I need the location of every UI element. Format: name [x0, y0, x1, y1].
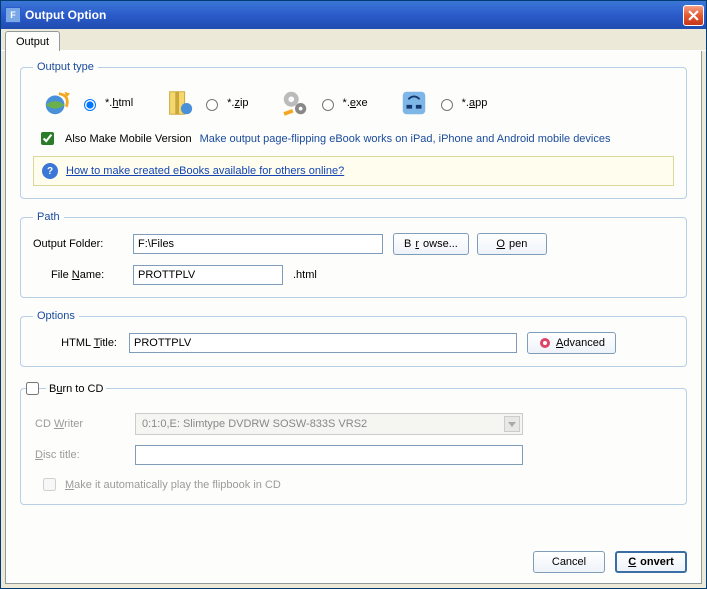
html-title-input[interactable]	[129, 333, 517, 353]
close-icon	[688, 10, 699, 21]
info-icon: ?	[42, 163, 58, 179]
open-button[interactable]: Open	[477, 233, 547, 255]
output-type-legend: Output type	[33, 61, 98, 73]
output-type-row: *.html *.zip *.exe	[41, 87, 674, 119]
cd-writer-label: CD Writer	[35, 418, 135, 430]
chevron-down-icon	[504, 416, 520, 432]
radio-app[interactable]	[441, 99, 453, 111]
mobile-version-label: Also Make Mobile Version	[65, 133, 192, 145]
info-box: ? How to make created eBooks available f…	[33, 156, 674, 186]
options-group: Options HTML Title: Advanced	[20, 310, 687, 367]
advanced-button[interactable]: Advanced	[527, 332, 616, 354]
titlebar: F Output Option	[1, 1, 706, 29]
info-link[interactable]: How to make created eBooks available for…	[66, 165, 344, 177]
cd-writer-select: 0:1:0,E: Slimtype DVDRW SOSW-833S VRS2	[135, 413, 523, 435]
gear-icon	[538, 336, 552, 350]
file-ext-label: .html	[293, 269, 317, 281]
options-legend: Options	[33, 310, 79, 322]
output-type-group: Output type *.html *.zip	[20, 61, 687, 199]
path-group: Path Output Folder: Browse... Open File …	[20, 211, 687, 298]
mobile-version-checkbox[interactable]	[41, 132, 54, 145]
html-icon	[41, 87, 73, 119]
window-title: Output Option	[25, 8, 683, 22]
tab-output[interactable]: Output	[5, 31, 60, 51]
app-icon: F	[5, 7, 21, 23]
radio-zip[interactable]	[206, 99, 218, 111]
burn-to-cd-label: Burn to CD	[46, 383, 106, 395]
footer-buttons: Cancel Convert	[20, 537, 687, 573]
close-button[interactable]	[683, 5, 704, 26]
cd-writer-value: 0:1:0,E: Slimtype DVDRW SOSW-833S VRS2	[142, 418, 367, 430]
convert-button[interactable]: Convert	[615, 551, 687, 573]
disc-title-input	[135, 445, 523, 465]
radio-html[interactable]	[84, 99, 96, 111]
output-folder-label: Output Folder:	[33, 238, 133, 250]
file-name-input[interactable]	[133, 265, 283, 285]
mobile-version-desc: Make output page-flipping eBook works on…	[200, 133, 611, 145]
window: F Output Option Output Output type *.htm…	[0, 0, 707, 589]
radio-zip-label[interactable]: *.zip	[227, 97, 248, 109]
cancel-button[interactable]: Cancel	[533, 551, 605, 573]
burn-to-cd-section: Burn to CD CD Writer 0:1:0,E: Slimtype D…	[20, 379, 687, 505]
radio-exe-label[interactable]: *.exe	[343, 97, 368, 109]
path-legend: Path	[33, 211, 64, 223]
burn-to-cd-checkbox[interactable]	[26, 382, 39, 395]
radio-html-label[interactable]: *.html	[105, 97, 133, 109]
disc-title-label: Disc title:	[35, 449, 135, 461]
radio-app-label[interactable]: *.app	[462, 97, 488, 109]
autoplay-checkbox	[43, 478, 56, 491]
radio-exe[interactable]	[322, 99, 334, 111]
output-folder-input[interactable]	[133, 234, 383, 254]
browse-button[interactable]: Browse...	[393, 233, 469, 255]
tab-strip: Output	[1, 29, 706, 51]
zip-icon	[163, 87, 195, 119]
client-area: Output type *.html *.zip	[5, 51, 702, 584]
exe-icon	[279, 87, 311, 119]
app-icon-mac	[398, 87, 430, 119]
